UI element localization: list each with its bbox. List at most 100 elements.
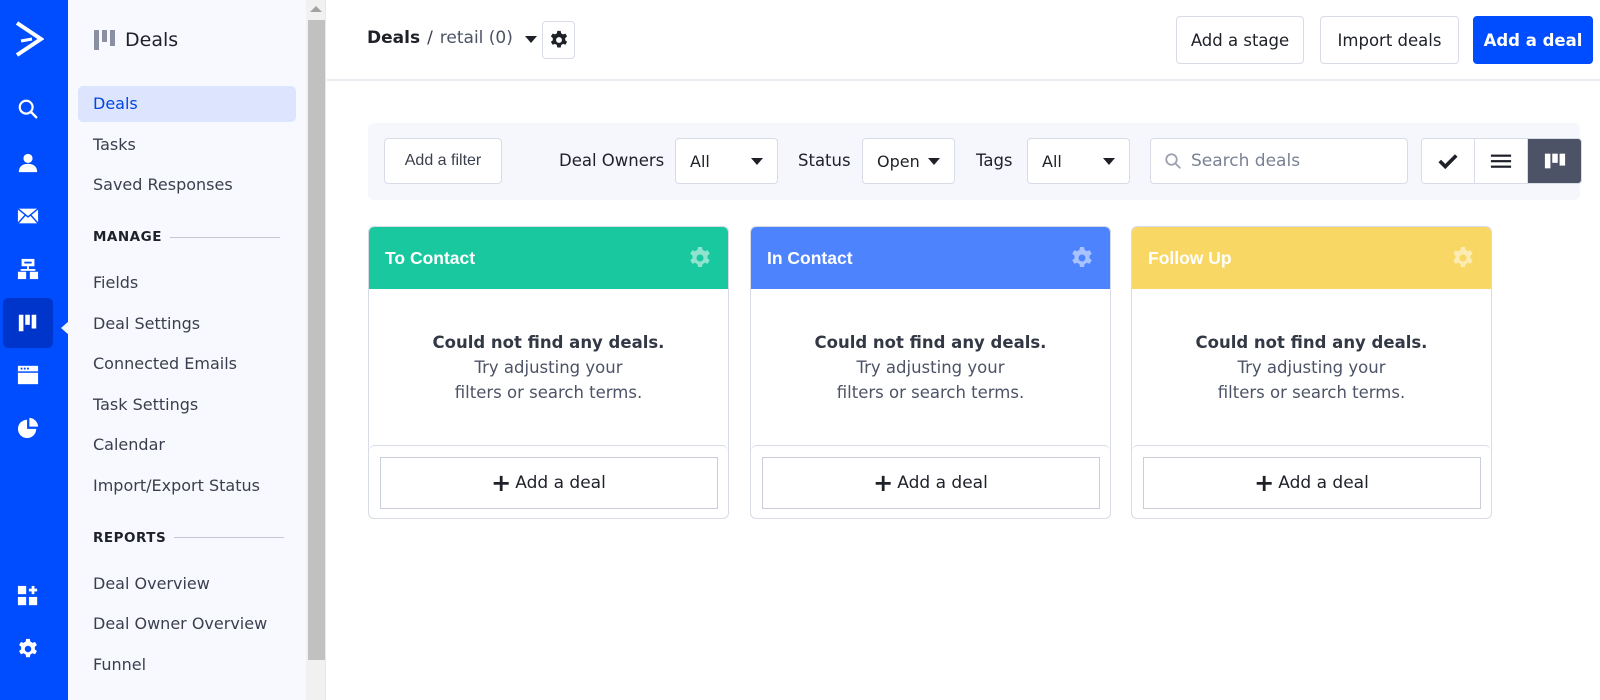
browser-window-icon — [17, 365, 39, 385]
gear-icon — [19, 638, 37, 658]
envelope-icon — [17, 208, 39, 224]
scroll-up-arrow-icon[interactable] — [310, 6, 322, 12]
chevron-down-icon — [524, 36, 537, 43]
stage-column: In Contact Could not find any deals. Try… — [750, 226, 1111, 519]
section-divider — [169, 236, 280, 238]
add-deal-button[interactable]: Add a deal — [1473, 16, 1593, 64]
list-icon — [1490, 154, 1512, 168]
rail-website[interactable] — [3, 350, 53, 400]
rail-apps[interactable] — [3, 571, 53, 621]
section-manage-label: MANAGE — [93, 229, 162, 245]
kanban-icon — [18, 314, 37, 332]
stage-add-deal-button[interactable]: + Add a deal — [379, 457, 718, 509]
sidebar-item-deal-owner-overview[interactable]: Deal Owner Overview — [78, 606, 296, 642]
stage-settings-gear-icon[interactable] — [1070, 246, 1094, 270]
sidebar-item-deal-settings[interactable]: Deal Settings — [78, 306, 296, 342]
rail-automations[interactable] — [3, 244, 53, 294]
stage-add-deal-button[interactable]: + Add a deal — [761, 457, 1100, 509]
section-reports: REPORTS — [78, 520, 296, 556]
view-mode-toggle — [1421, 138, 1582, 184]
list-view-button[interactable] — [1475, 139, 1528, 183]
plus-icon: + — [1254, 469, 1275, 497]
stage-footer: + Add a deal — [1132, 445, 1491, 518]
add-deal-label: Add a deal — [515, 473, 606, 493]
search-icon — [18, 99, 38, 119]
empty-state-title: Could not find any deals. — [1195, 332, 1428, 352]
add-deal-label: Add a deal — [897, 473, 988, 493]
rail-contacts[interactable] — [3, 138, 53, 188]
breadcrumb: Deals / retail (0) — [367, 28, 537, 48]
rail-search[interactable] — [3, 84, 53, 134]
filter-bar: Add a filter Deal Owners All Status Open… — [368, 123, 1582, 200]
stage-add-deal-button[interactable]: + Add a deal — [1142, 457, 1481, 509]
kanban-icon — [94, 30, 115, 50]
breadcrumb-root[interactable]: Deals — [367, 28, 420, 48]
add-stage-button[interactable]: Add a stage — [1176, 16, 1304, 64]
rail-campaigns[interactable] — [3, 191, 53, 241]
sidebar-item-connected-emails[interactable]: Connected Emails — [78, 346, 296, 382]
apps-add-icon — [17, 585, 38, 606]
deal-owners-value: All — [690, 151, 710, 171]
check-icon — [1438, 154, 1458, 170]
import-deals-button[interactable]: Import deals — [1320, 16, 1459, 64]
tags-select[interactable]: All — [1027, 138, 1130, 184]
sidebar-item-fields[interactable]: Fields — [78, 265, 296, 301]
sidebar-item-task-settings[interactable]: Task Settings — [78, 387, 296, 423]
pipeline-selector[interactable]: retail (0) — [440, 28, 537, 48]
stage-column: Follow Up Could not find any deals. Try … — [1131, 226, 1492, 519]
empty-state-hint: Try adjusting your — [856, 357, 1005, 377]
deals-sidebar: Deals Deals Tasks Saved Responses MANAGE… — [68, 0, 306, 700]
empty-state: Could not find any deals. Try adjusting … — [369, 289, 728, 445]
pie-chart-icon — [17, 417, 39, 439]
deal-owners-select[interactable]: All — [675, 138, 778, 184]
plus-icon: + — [491, 469, 512, 497]
empty-state-hint: filters or search terms. — [1217, 382, 1406, 402]
scrollbar-thumb[interactable] — [308, 20, 325, 660]
rail-reports[interactable] — [3, 403, 53, 453]
stage-settings-gear-icon[interactable] — [1451, 246, 1475, 270]
sidebar-item-funnel[interactable]: Funnel — [78, 647, 296, 683]
section-manage: MANAGE — [78, 219, 296, 255]
tasks-view-button[interactable] — [1422, 139, 1475, 183]
stage-settings-gear-icon[interactable] — [688, 246, 712, 270]
rail-settings[interactable] — [3, 624, 53, 674]
search-deals-input[interactable] — [1191, 151, 1391, 171]
sidebar-item-import-export-status[interactable]: Import/Export Status — [78, 468, 296, 504]
stage-footer: + Add a deal — [751, 445, 1110, 518]
stage-header: In Contact — [751, 227, 1110, 289]
stage-column: To Contact Could not find any deals. Try… — [368, 226, 729, 519]
status-value: Open — [877, 151, 920, 171]
sidebar-scrollbar[interactable] — [306, 0, 326, 700]
search-deals-field[interactable] — [1150, 138, 1408, 184]
empty-state-hint: filters or search terms. — [836, 382, 1025, 402]
empty-state-hint: filters or search terms. — [454, 382, 643, 402]
sidebar-item-tasks[interactable]: Tasks — [78, 127, 296, 163]
sitemap-icon — [17, 258, 39, 280]
tags-value: All — [1042, 151, 1062, 171]
empty-state-hint: Try adjusting your — [1237, 357, 1386, 377]
section-reports-label: REPORTS — [93, 529, 167, 546]
kanban-view-button[interactable] — [1528, 139, 1581, 183]
rail-deals[interactable] — [3, 298, 53, 348]
status-label: Status — [798, 151, 851, 170]
sidebar-item-deals[interactable]: Deals — [78, 86, 296, 122]
empty-state-title: Could not find any deals. — [432, 332, 665, 352]
sidebar-header: Deals — [68, 0, 306, 80]
breadcrumb-separator: / — [427, 28, 433, 48]
status-select[interactable]: Open — [862, 138, 955, 184]
sidebar-item-calendar[interactable]: Calendar — [78, 427, 296, 463]
add-filter-button[interactable]: Add a filter — [384, 138, 502, 184]
gear-icon — [550, 30, 567, 48]
plus-icon: + — [873, 469, 894, 497]
sidebar-title: Deals — [125, 29, 179, 51]
chevron-down-icon — [751, 157, 763, 165]
pipeline-settings-button[interactable] — [542, 21, 575, 59]
add-deal-label: Add a deal — [1278, 473, 1369, 493]
empty-state: Could not find any deals. Try adjusting … — [1132, 289, 1491, 445]
stage-title: To Contact — [385, 247, 476, 268]
sidebar-item-deal-overview[interactable]: Deal Overview — [78, 566, 296, 602]
sidebar-item-saved-responses[interactable]: Saved Responses — [78, 167, 296, 203]
activecampaign-logo-icon[interactable] — [14, 20, 45, 58]
tags-label: Tags — [976, 151, 1013, 170]
icon-rail — [0, 0, 69, 700]
